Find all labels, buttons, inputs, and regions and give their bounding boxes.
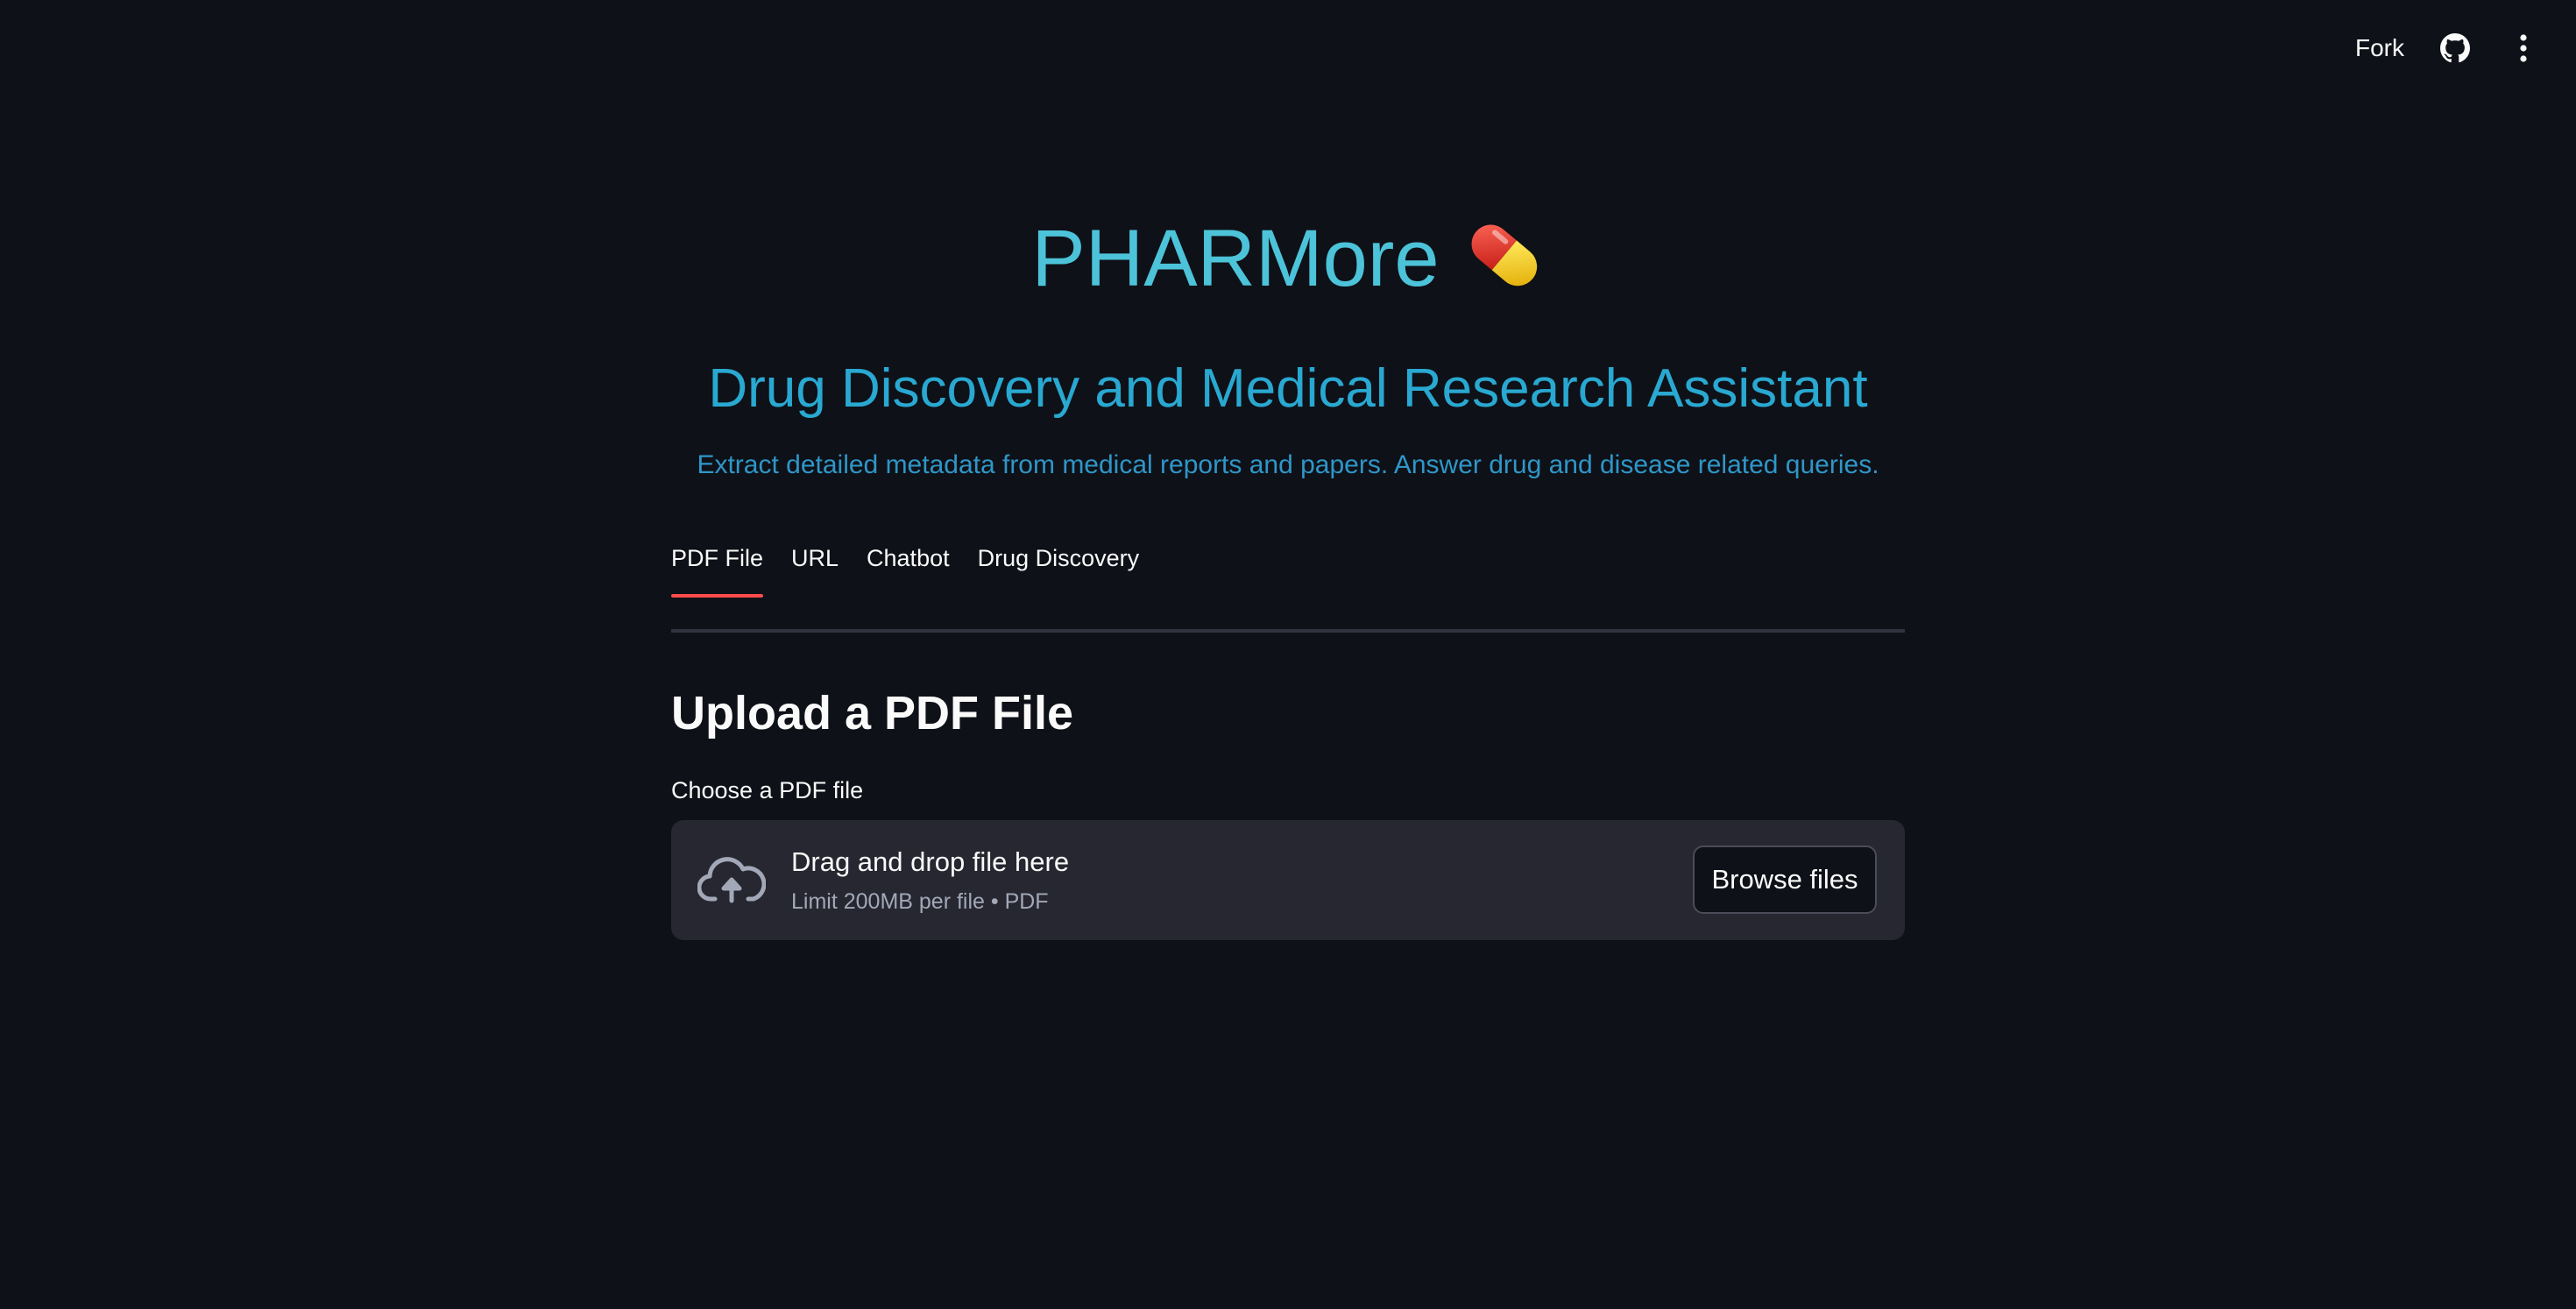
browse-files-button[interactable]: Browse files — [1693, 846, 1877, 914]
tab-chatbot[interactable]: Chatbot — [867, 536, 950, 598]
github-icon[interactable] — [2438, 31, 2473, 66]
dropzone-limit: Limit 200MB per file • PDF — [791, 889, 1049, 914]
page-title: PHARMore — [671, 202, 1905, 315]
dropzone-title: Drag and drop file here — [791, 846, 1070, 877]
tab-bar: PDF File URL Chatbot Drug Discovery — [671, 536, 1905, 633]
page-description: Extract detailed metadata from medical r… — [697, 450, 1879, 479]
tab-divider — [671, 629, 1905, 633]
vertical-ellipsis-icon[interactable] — [2506, 31, 2541, 66]
tab-drug-discovery[interactable]: Drug Discovery — [978, 536, 1140, 598]
pill-icon — [1457, 216, 1545, 303]
header-toolbar: Fork — [2355, 26, 2541, 70]
tab-list: PDF File URL Chatbot Drug Discovery — [671, 536, 1905, 598]
tab-url[interactable]: URL — [791, 536, 839, 598]
file-dropzone[interactable]: Drag and drop file here Limit 200MB per … — [671, 820, 1905, 940]
fork-link[interactable]: Fork — [2355, 34, 2404, 62]
file-uploader-label: Choose a PDF file — [671, 777, 864, 803]
page-title-text: PHARMore — [1031, 214, 1440, 303]
upload-heading: Upload a PDF File — [671, 687, 1074, 739]
cloud-upload-icon — [697, 852, 767, 908]
tab-pdf-file[interactable]: PDF File — [671, 536, 764, 598]
page-subtitle: Drug Discovery and Medical Research Assi… — [708, 358, 1868, 419]
